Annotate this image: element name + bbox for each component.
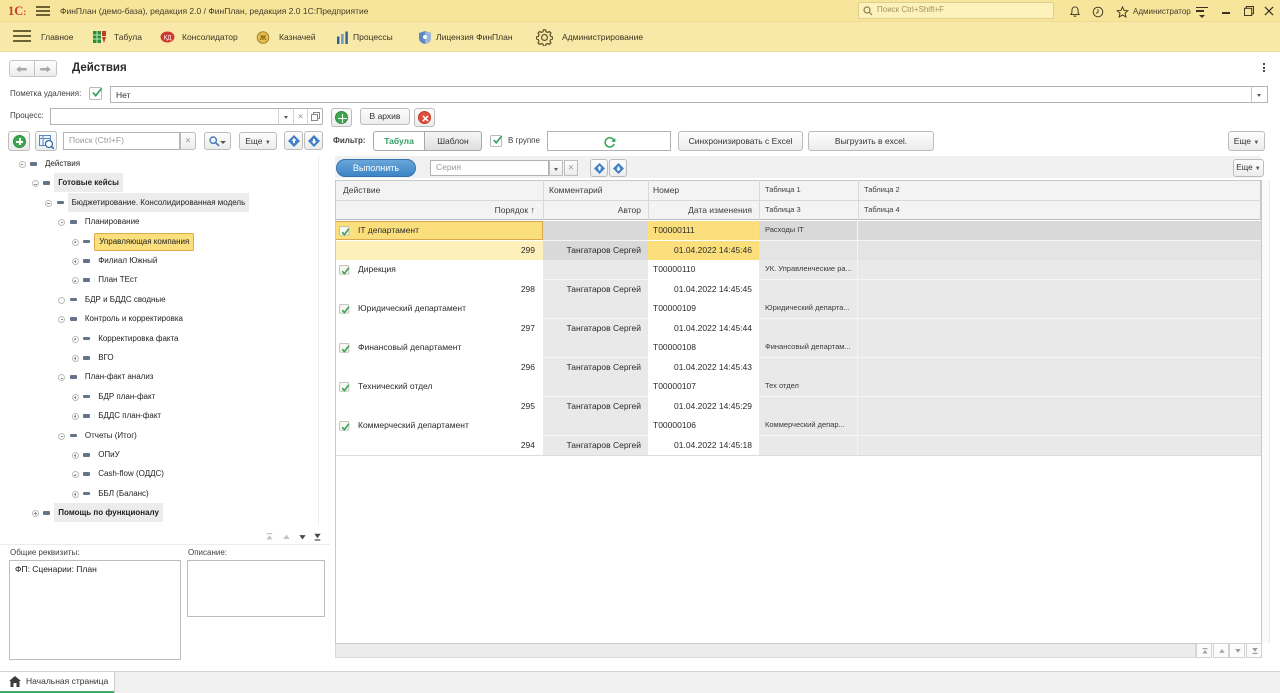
svg-text:КД: КД bbox=[164, 36, 172, 42]
svg-text:Ж: Ж bbox=[259, 35, 267, 42]
